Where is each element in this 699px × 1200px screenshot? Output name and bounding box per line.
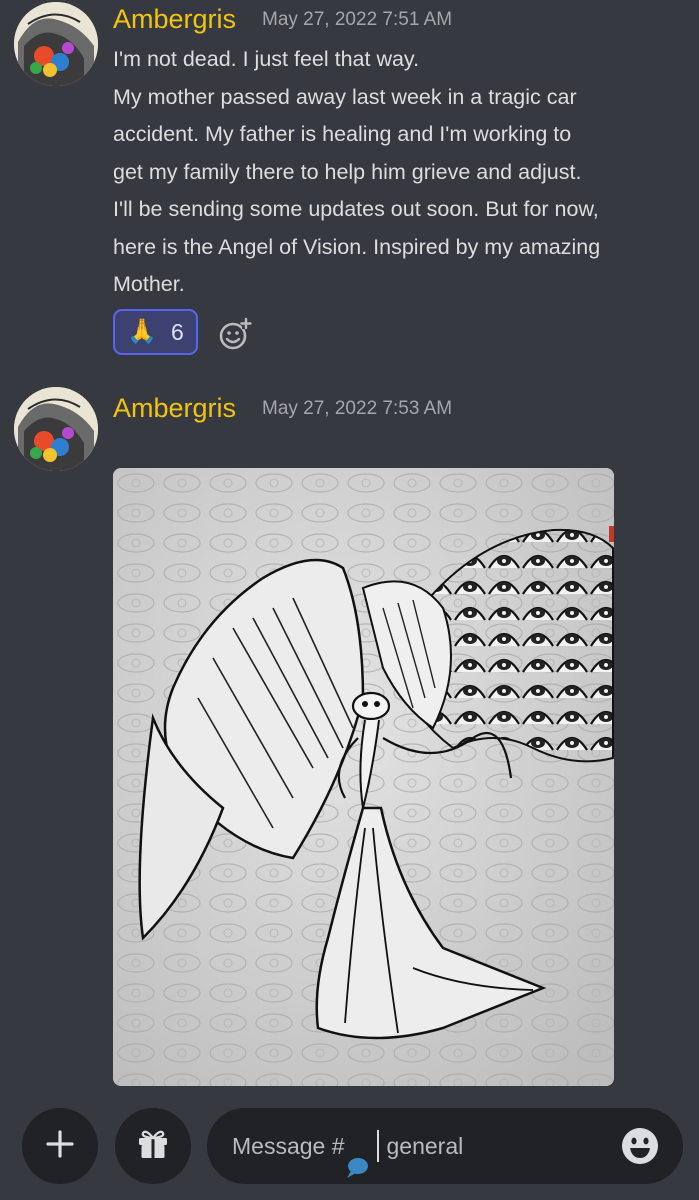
reaction-count: 6 [171,318,184,345]
message-line: My mother passed away last week in a tra… [113,84,577,109]
channel-name: general [386,1133,464,1159]
placeholder-prefix: Message # [232,1133,345,1159]
message-timestamp: May 27, 2022 7:53 AM [262,398,453,419]
message-line: I'm not dead. I just feel that way. [113,47,420,71]
speech-bubble-icon [345,1134,369,1178]
pray-emoji: 🙏 [127,318,158,345]
plus-icon [45,1129,75,1164]
message-line: get my family there to help him grieve a… [113,159,582,184]
user-avatar[interactable] [14,387,98,471]
message-author[interactable]: Ambergris [113,2,236,36]
text-cursor [376,1130,379,1162]
message-line: accident. My father is healing and I'm w… [113,122,572,146]
composer-bar: Message # general [0,1090,699,1200]
message-line: here is the Angel of Vision. Inspired by… [113,234,601,259]
user-avatar[interactable] [14,2,98,86]
add-button[interactable] [22,1108,98,1184]
add-reaction-icon[interactable] [218,317,252,351]
message-author[interactable]: Ambergris [113,391,236,425]
message-line: I'll be sending some updates out soon. B… [113,197,599,221]
message-line: Mother. [113,272,185,296]
message-content: I'm not dead. I just feel that way. My m… [113,41,693,304]
image-attachment[interactable] [113,468,614,1086]
message-input[interactable]: Message # general [207,1108,683,1184]
message-timestamp: May 27, 2022 7:51 AM [262,9,453,30]
smiley-icon[interactable] [621,1127,659,1165]
chat-screen: Ambergris May 27, 2022 7:51 AM I'm not d… [0,0,699,1200]
gift-icon [136,1127,170,1166]
message-placeholder: Message # general [232,1108,463,1184]
gift-button[interactable] [115,1108,191,1184]
reaction-pray[interactable]: 🙏 6 [113,309,198,355]
